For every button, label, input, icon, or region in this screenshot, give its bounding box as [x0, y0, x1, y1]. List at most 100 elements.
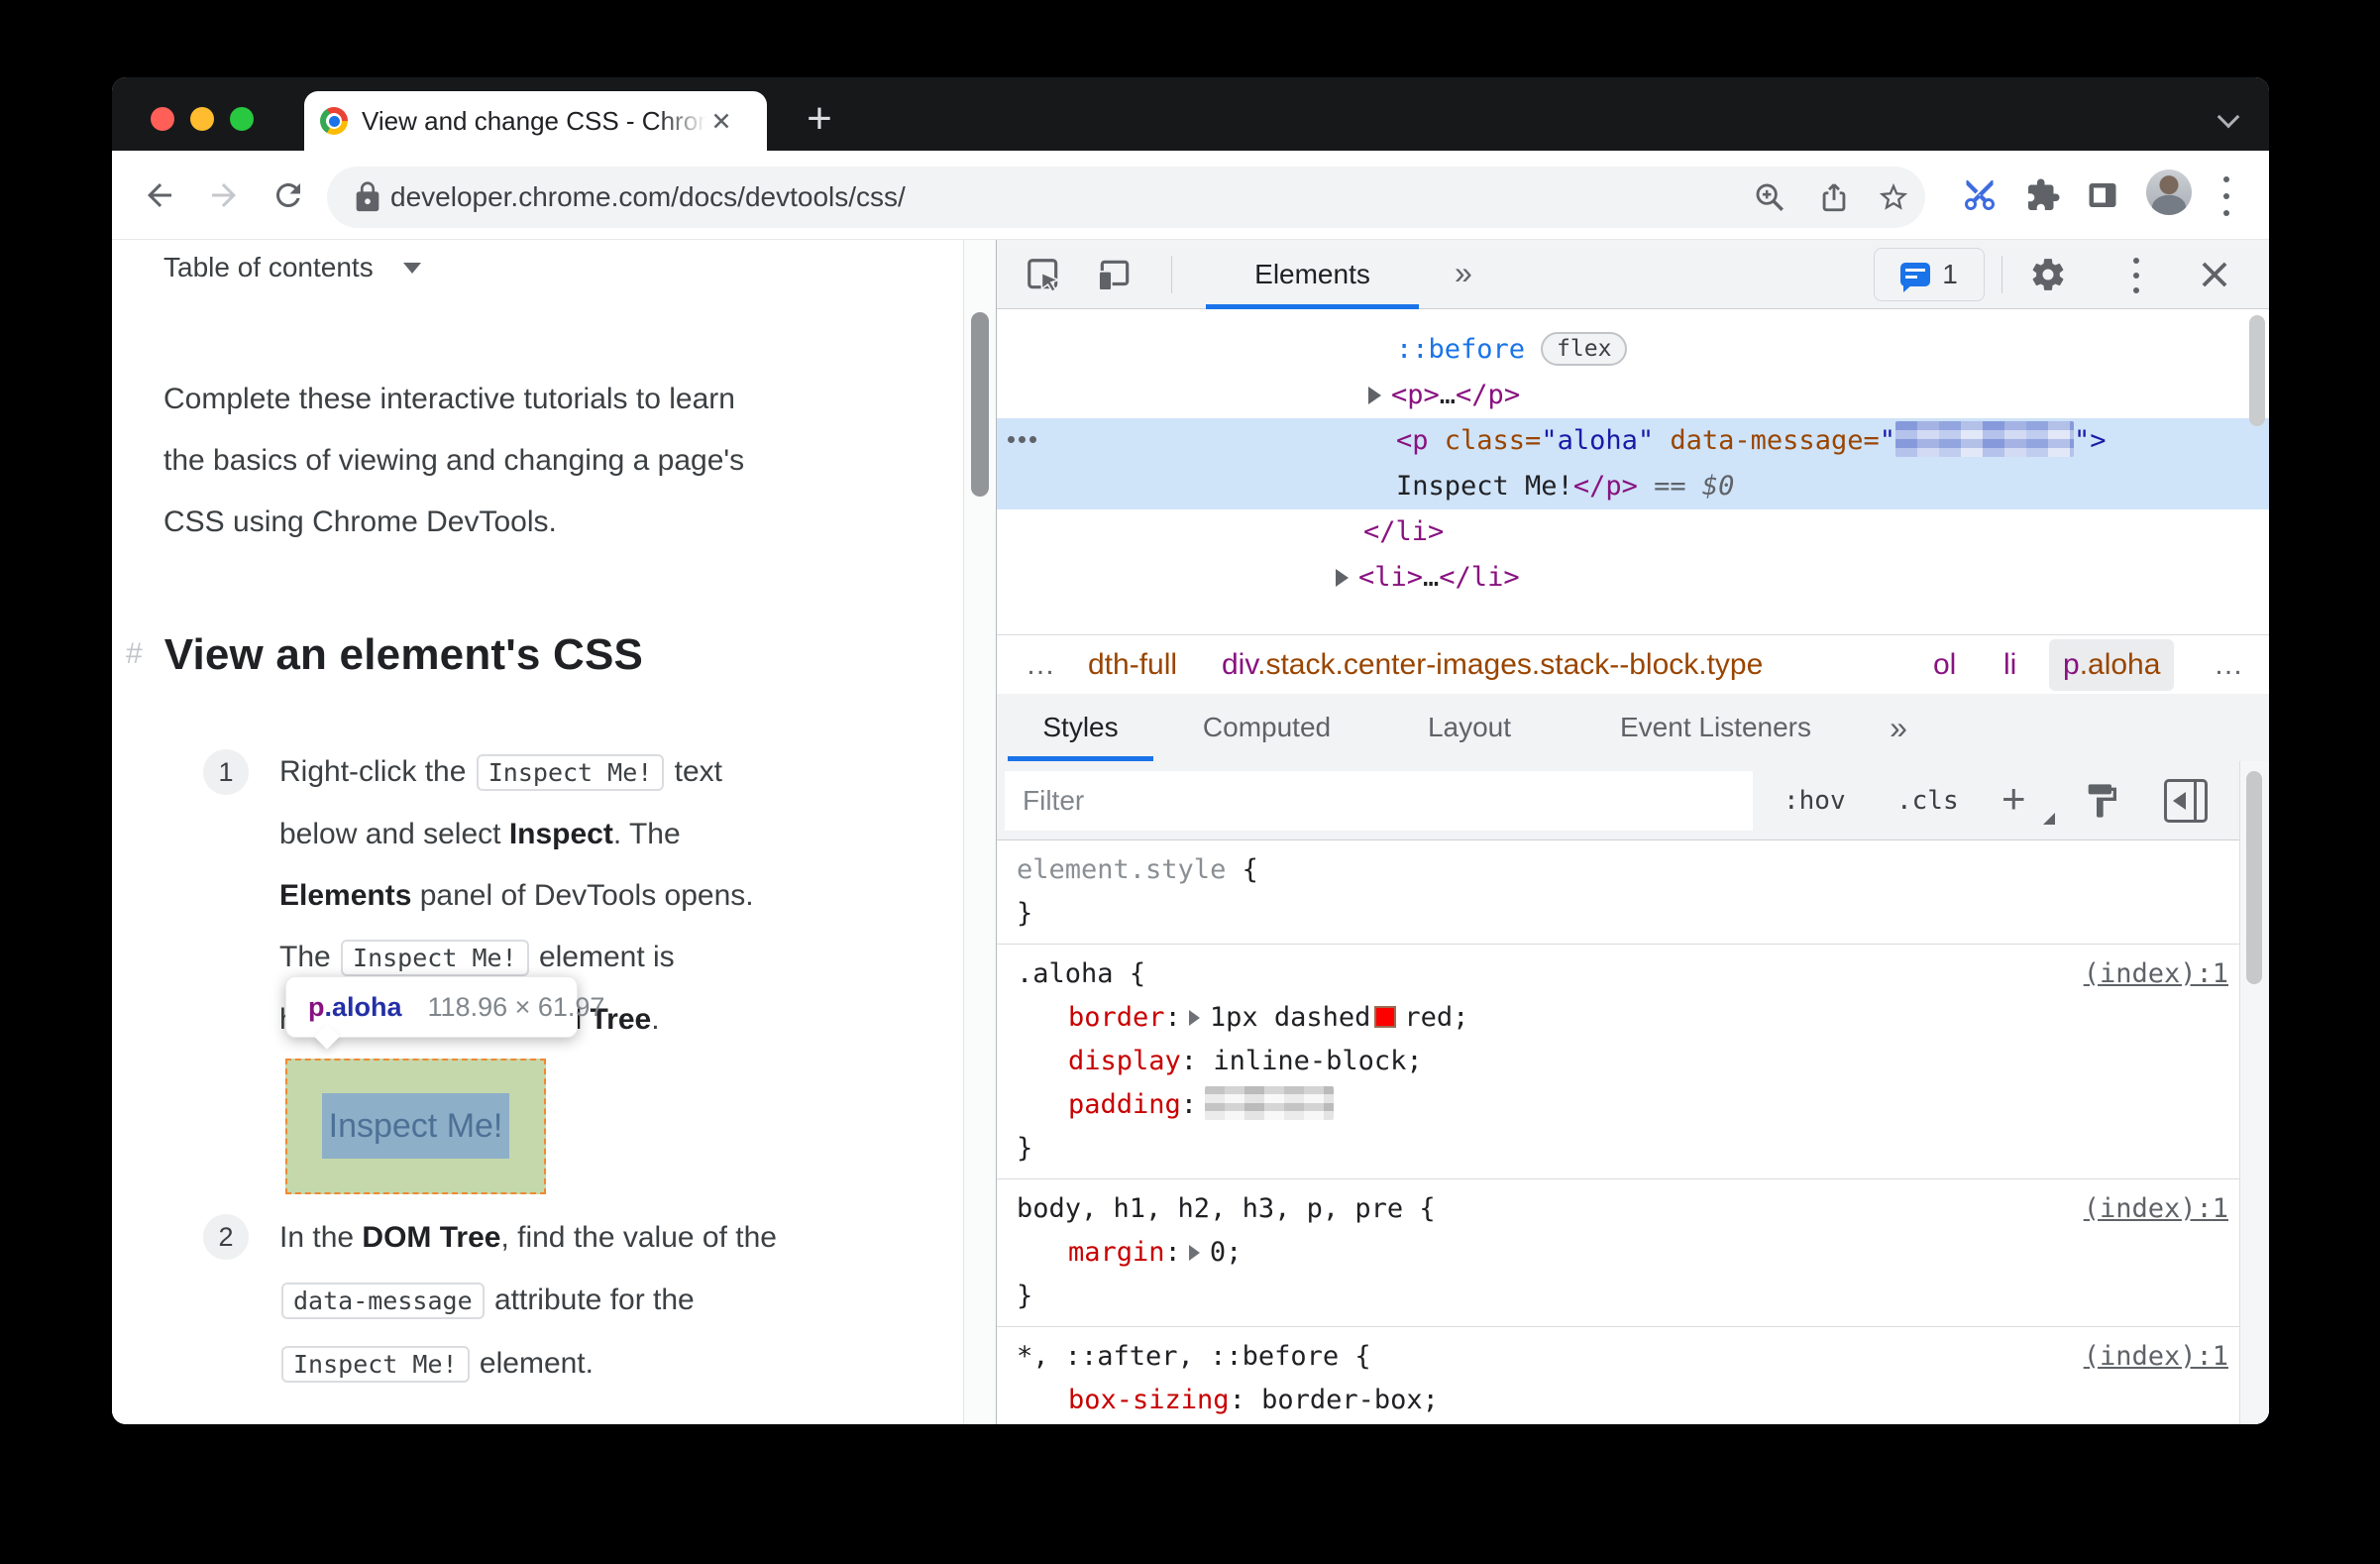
share-icon[interactable]	[1817, 180, 1851, 214]
dom-row-li-close[interactable]: </li>	[997, 509, 2269, 555]
inspect-me-demo-text[interactable]: Inspect Me!	[322, 1093, 509, 1159]
page-heading: View an element's CSS	[163, 630, 644, 679]
table-of-contents-dropdown[interactable]: Table of contents	[163, 252, 421, 283]
paint-roller-icon[interactable]	[2082, 781, 2121, 821]
forward-icon[interactable]	[206, 177, 242, 213]
device-toolbar-icon[interactable]	[1096, 256, 1134, 293]
crumb-class: .stack.center-images.stack--block.type	[1257, 648, 1764, 681]
styles-filter-bar: :hov .cls +	[997, 761, 2240, 840]
styles-scrollbar[interactable]	[2239, 761, 2269, 1424]
step-2-number: 2	[203, 1214, 249, 1260]
expand-arrow-icon[interactable]	[1368, 387, 1381, 404]
collapsed-dots[interactable]: …	[1423, 562, 1439, 593]
rule-selector: body, h1, h2, h3, p, pre	[1017, 1193, 1404, 1224]
reload-icon[interactable]	[270, 177, 306, 213]
dom-row-before-pseudo[interactable]: ::before flex	[997, 327, 2269, 373]
css-property-name[interactable]: border	[1068, 1002, 1165, 1033]
blurred-attribute-value	[1894, 421, 2074, 457]
window-content: Table of contents Complete these interac…	[112, 240, 2269, 1424]
tab-styles[interactable]: Styles	[1008, 694, 1153, 761]
profile-avatar[interactable]	[2146, 169, 2192, 215]
tab-computed[interactable]: Computed	[1165, 694, 1368, 761]
tab-elements[interactable]: Elements	[1206, 240, 1419, 309]
breadcrumb-ellipsis[interactable]: …	[1026, 635, 1055, 695]
dom-row-li-collapsed[interactable]: <li>…</li>	[997, 555, 2269, 601]
zoom-icon[interactable]	[1753, 180, 1786, 214]
css-property-name[interactable]: box-sizing	[1068, 1385, 1230, 1415]
new-style-rule-button[interactable]: +	[2001, 761, 2026, 840]
crumb-tag: div	[1222, 648, 1258, 681]
new-tab-button[interactable]: +	[790, 91, 849, 151]
browser-menu-icon[interactable]	[2222, 176, 2230, 216]
toggle-hover-state-button[interactable]: :hov	[1784, 761, 1846, 840]
tab-event-listeners[interactable]: Event Listeners	[1569, 694, 1862, 761]
inspect-element-icon[interactable]	[1025, 256, 1062, 293]
issues-button[interactable]: 1	[1874, 248, 1985, 301]
open-brace: {	[1354, 1341, 1371, 1372]
more-tabs-icon[interactable]: »	[1879, 694, 1918, 761]
style-rule-body-headings[interactable]: (index):1 body, h1, h2, h3, p, pre { mar…	[997, 1179, 2240, 1327]
css-property-name[interactable]: padding	[1068, 1089, 1181, 1120]
stylesheet-link[interactable]: (index):1	[2084, 1335, 2228, 1379]
collapsed-dots[interactable]: …	[1440, 380, 1456, 410]
style-rule-aloha[interactable]: (index):1 .aloha { border: 1px dashed red;…	[997, 945, 2240, 1179]
tag-open: <p>	[1391, 380, 1440, 410]
scissors-extension-icon[interactable]	[1962, 177, 1998, 213]
dom-scrollbar-thumb[interactable]	[2249, 315, 2265, 426]
styles-scrollbar-thumb[interactable]	[2246, 771, 2262, 984]
breadcrumb-item[interactable]: dth-full	[1088, 635, 1177, 695]
styles-filter-input[interactable]	[1005, 771, 1753, 831]
css-property-value[interactable]: 1px dashed	[1210, 1002, 1371, 1033]
flex-badge[interactable]: flex	[1541, 332, 1628, 366]
page-scrollbar[interactable]	[963, 240, 996, 1424]
tab-layout[interactable]: Layout	[1395, 694, 1544, 761]
step-text: .	[651, 1003, 660, 1036]
expand-property-icon[interactable]	[1188, 1010, 1200, 1026]
collapse-sidebar-icon[interactable]	[2164, 779, 2208, 823]
stylesheet-link[interactable]: (index):1	[2084, 952, 2228, 996]
tab-close-icon[interactable]	[708, 108, 734, 134]
address-bar[interactable]: developer.chrome.com/docs/devtools/css/	[327, 167, 1925, 228]
css-property-value[interactable]: red;	[1404, 1002, 1468, 1033]
page-scrollbar-thumb[interactable]	[971, 312, 989, 497]
css-property-value[interactable]: 0;	[1210, 1237, 1243, 1268]
more-panels-icon[interactable]: »	[1455, 240, 1472, 309]
breadcrumb-item-selected[interactable]: p.aloha	[2049, 639, 2175, 691]
colon: :	[1180, 1089, 1198, 1120]
expand-property-icon[interactable]	[1188, 1245, 1200, 1261]
devtools-menu-icon[interactable]	[2132, 258, 2140, 293]
back-icon[interactable]	[142, 177, 177, 213]
close-window-button[interactable]	[151, 107, 174, 131]
extensions-puzzle-icon[interactable]	[2025, 177, 2061, 213]
pseudo-element-label[interactable]: ::before	[1396, 334, 1525, 365]
step-text-bold: Inspect	[508, 818, 613, 850]
tab-search-chevron-icon[interactable]	[2217, 105, 2240, 129]
settings-gear-icon[interactable]	[2029, 256, 2067, 293]
style-rule-element-style[interactable]: element.style { }	[997, 840, 2240, 945]
css-property-name[interactable]: margin	[1068, 1237, 1165, 1268]
devtools-close-icon[interactable]	[2196, 256, 2233, 293]
step-text: below and select	[279, 818, 509, 850]
side-panel-icon[interactable]	[2085, 177, 2120, 213]
breadcrumb-item[interactable]: ol	[1933, 635, 1956, 695]
bookmark-star-icon[interactable]	[1877, 180, 1910, 214]
dom-row-selected[interactable]: <p class="aloha" data-message=" "> Inspec…	[997, 418, 2269, 509]
maximize-window-button[interactable]	[230, 107, 254, 131]
inspect-me-demo-element[interactable]: Inspect Me!	[285, 1059, 546, 1194]
minimize-window-button[interactable]	[190, 107, 214, 131]
open-brace: {	[1419, 1193, 1436, 1224]
toggle-classes-button[interactable]: .cls	[1896, 761, 1959, 840]
expand-arrow-icon[interactable]	[1336, 569, 1349, 587]
heading-anchor-hash[interactable]: #	[126, 637, 143, 670]
browser-tab[interactable]: View and change CSS - Chrome	[304, 91, 767, 151]
stylesheet-link[interactable]: (index):1	[2084, 1187, 2228, 1231]
color-swatch[interactable]	[1374, 1006, 1397, 1028]
css-property-value[interactable]: inline-block;	[1213, 1046, 1422, 1076]
style-rule-universal[interactable]: (index):1 *, ::after, ::before { box-siz…	[997, 1327, 2240, 1424]
css-property-value[interactable]: border-box;	[1261, 1385, 1439, 1415]
css-property-name[interactable]: display	[1068, 1046, 1181, 1076]
breadcrumb-ellipsis[interactable]: …	[2214, 635, 2243, 695]
breadcrumb-item[interactable]: div.stack.center-images.stack--block.typ…	[1222, 635, 1763, 695]
dom-row-p-collapsed[interactable]: <p>…</p>	[997, 373, 2269, 418]
breadcrumb-item[interactable]: li	[2003, 635, 2016, 695]
